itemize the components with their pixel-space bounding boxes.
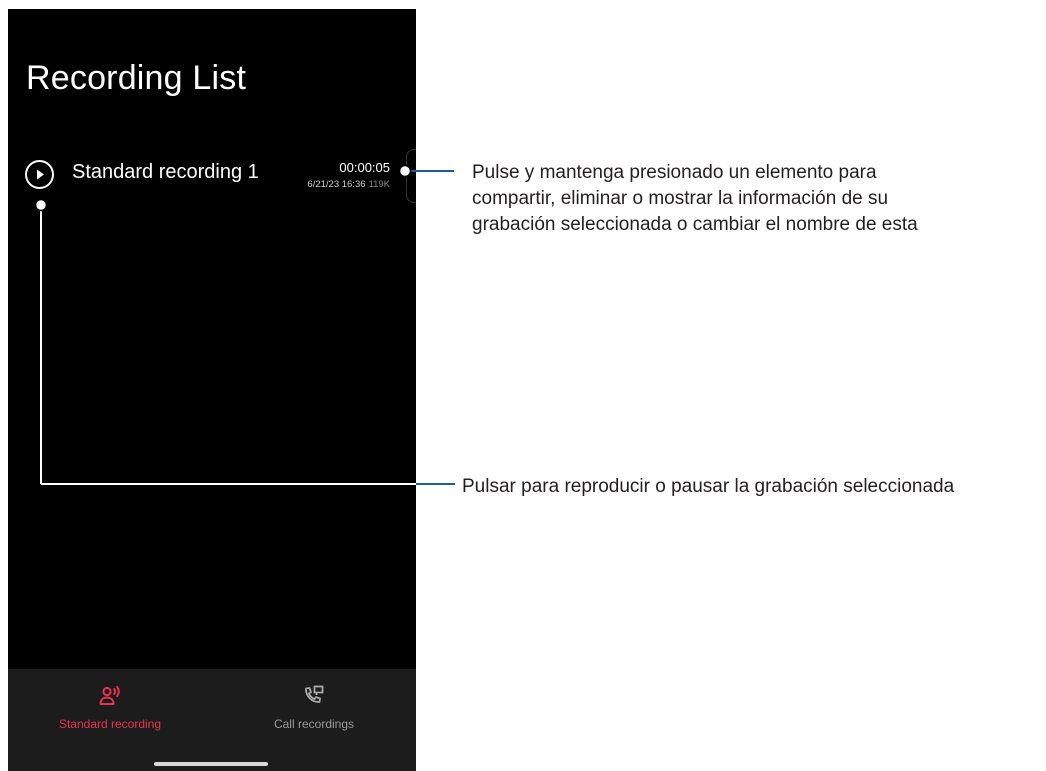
annotation-play: Pulsar para reproducir o pausar la graba… <box>462 476 955 497</box>
recording-duration: 00:00:05 <box>339 160 390 175</box>
annotation-item-menu-line-2: compartir, eliminar o mostrar la informa… <box>472 188 889 209</box>
annotation-item-menu: Pulse y mantenga presionado un elemento … <box>472 160 918 238</box>
recording-meta: 6/21/23 16:36 119K <box>307 179 390 190</box>
tab-standard-recording-label: Standard recording <box>58 717 162 731</box>
item-edge-handle <box>406 149 416 203</box>
annotation-item-menu-line-3: grabación seleccionada o cambiar el nomb… <box>472 214 918 235</box>
screenshot-root: Recording List Standard recording 1 00:0… <box>0 0 1046 771</box>
phone-screen: Recording List Standard recording 1 00:0… <box>8 9 416 771</box>
annotation-item-menu-line-1: Pulse y mantenga presionado un elemento … <box>472 162 877 183</box>
play-button[interactable] <box>25 160 54 189</box>
page-title: Recording List <box>26 59 247 97</box>
tab-standard-recording[interactable]: Standard recording <box>8 685 212 745</box>
call-recordings-icon <box>305 685 324 703</box>
recording-date: 6/21/23 16:36 <box>307 179 366 190</box>
recording-name: Standard recording 1 <box>72 161 259 183</box>
home-indicator[interactable] <box>154 762 268 766</box>
standard-recording-icon <box>99 685 120 705</box>
tab-call-recordings-label: Call recordings <box>273 717 355 731</box>
tab-call-recordings[interactable]: Call recordings <box>212 685 416 745</box>
recording-list-item[interactable]: Standard recording 1 00:00:05 6/21/23 16… <box>8 147 416 203</box>
recording-size: 119K <box>368 179 390 190</box>
play-icon <box>37 169 44 180</box>
bottom-navigation: Standard recording Call recordings <box>8 669 416 771</box>
